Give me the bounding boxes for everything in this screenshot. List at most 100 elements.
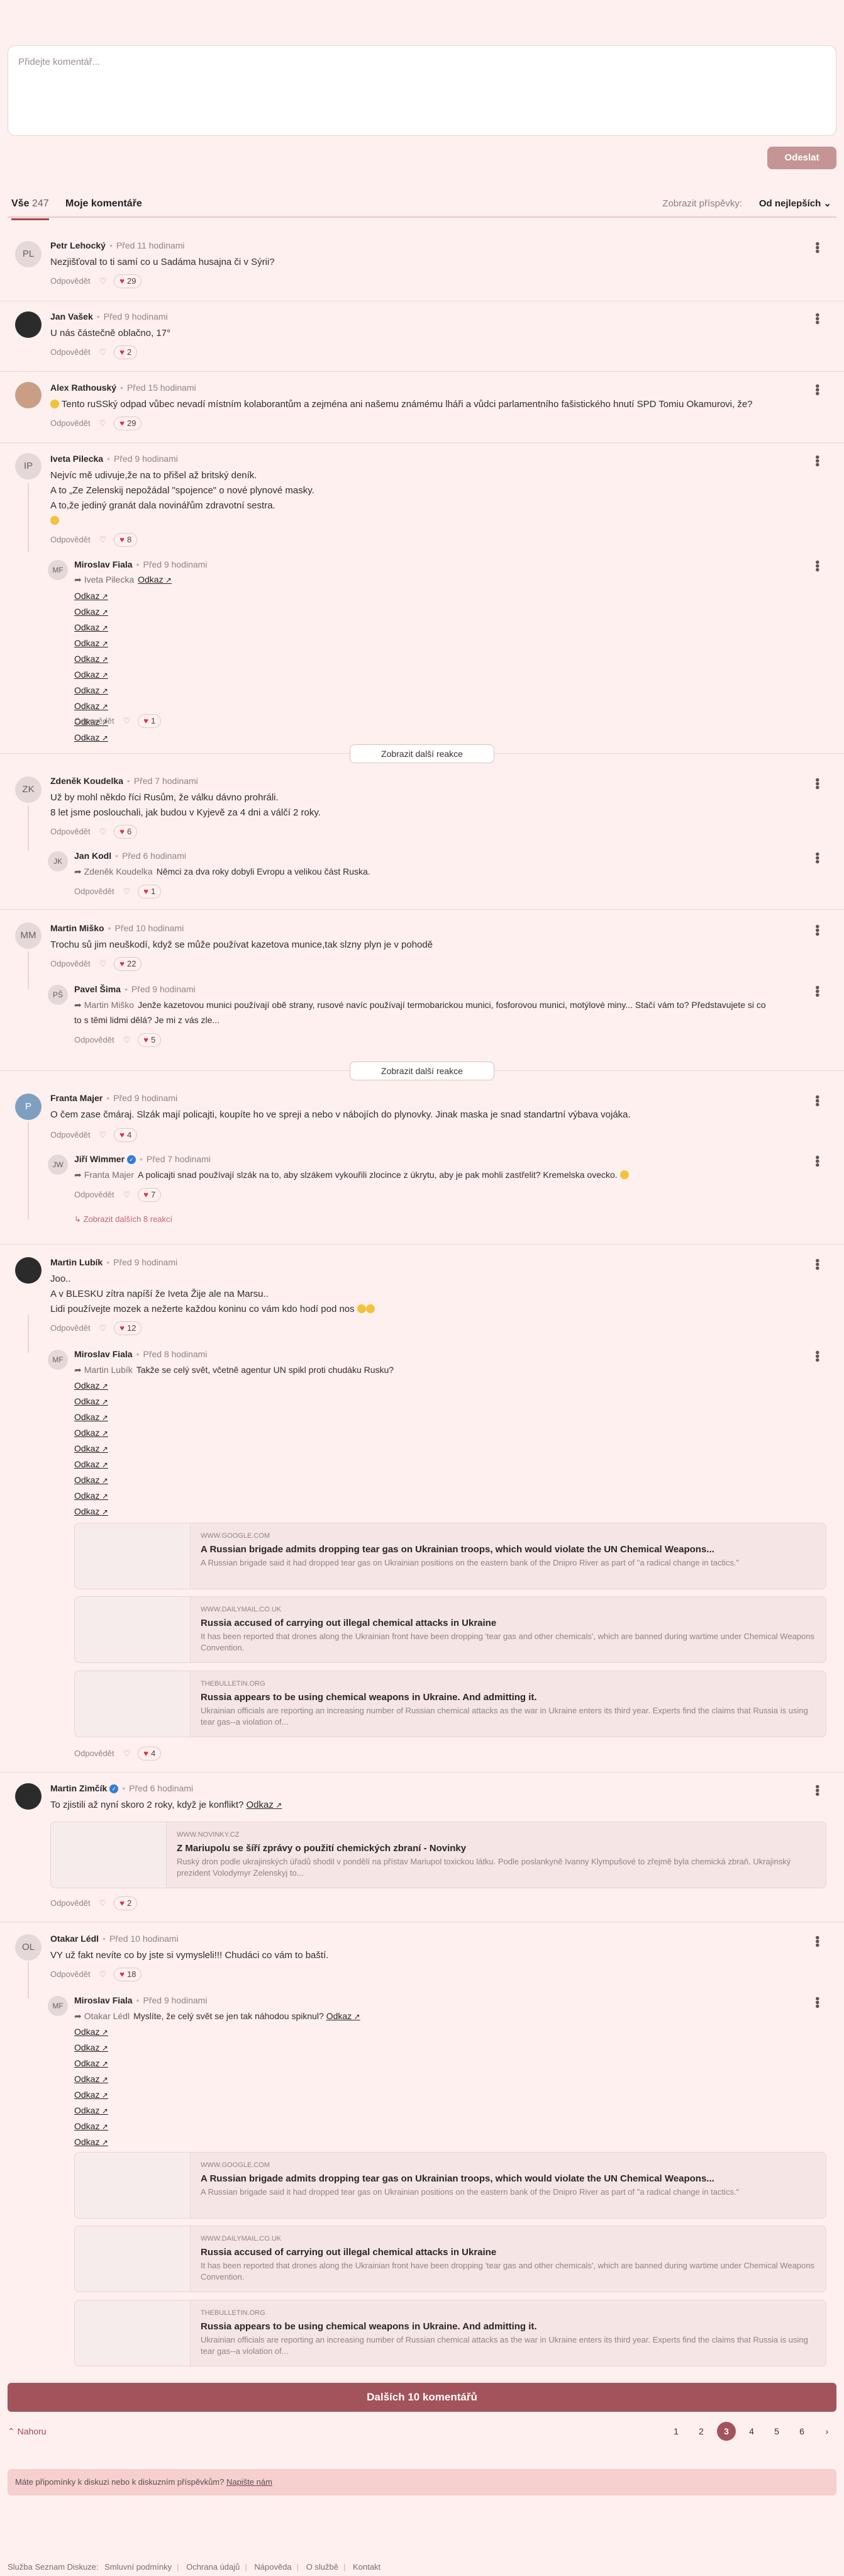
link[interactable]: Odkaz: [74, 2071, 108, 2087]
author-name[interactable]: Otakar Lédl: [50, 1934, 99, 1944]
link-preview-card[interactable]: WWW.DAILYMAIL.CO.UK Russia accused of car…: [74, 2226, 826, 2292]
avatar[interactable]: [15, 1783, 42, 1810]
link[interactable]: Odkaz: [74, 683, 108, 698]
reply-button[interactable]: Odpovědět: [50, 346, 91, 359]
quoted-author[interactable]: Otakar Lédl: [84, 2011, 130, 2021]
footer-link[interactable]: Kontakt: [353, 2562, 380, 2572]
link[interactable]: Odkaz: [74, 1472, 108, 1488]
link-preview-card[interactable]: THEBULLETIN.ORG Russia appears to be usin…: [74, 1671, 826, 1737]
back-to-top-link[interactable]: ⌃ Nahoru: [8, 2425, 47, 2439]
link[interactable]: Odkaz: [74, 730, 108, 746]
like-icon[interactable]: ♡: [99, 958, 107, 970]
more-options-icon[interactable]: •••: [810, 455, 824, 466]
avatar[interactable]: [15, 382, 42, 408]
more-options-icon[interactable]: •••: [810, 1155, 824, 1167]
link[interactable]: Odkaz: [74, 2103, 108, 2119]
more-options-icon[interactable]: •••: [810, 1996, 824, 2008]
author-name[interactable]: Miroslav Fiala: [74, 559, 133, 569]
reply-button[interactable]: Odpovědět: [74, 1189, 114, 1201]
author-name[interactable]: Miroslav Fiala: [74, 1349, 133, 1359]
reactions-count[interactable]: ♥ 4: [138, 1747, 162, 1761]
quoted-author[interactable]: Franta Majer: [84, 1170, 134, 1180]
author-name[interactable]: Petr Lehocký: [50, 240, 106, 250]
reactions-count[interactable]: ♥ 29: [114, 274, 142, 288]
author-name[interactable]: Martin Lubík: [50, 1257, 103, 1267]
link-preview-card[interactable]: WWW.GOOGLE.COM A Russian brigade admits d…: [74, 1523, 826, 1589]
like-icon[interactable]: ♡: [99, 826, 107, 838]
like-icon[interactable]: ♡: [99, 534, 107, 546]
page-link[interactable]: 2: [692, 2422, 711, 2441]
avatar[interactable]: MM: [15, 922, 42, 949]
link-preview-card[interactable]: WWW.NOVINKY.CZ Z Mariupolu se šíří zprávy…: [50, 1822, 826, 1888]
link[interactable]: Odkaz: [74, 2040, 108, 2056]
reply-button[interactable]: Odpovědět: [74, 1747, 114, 1760]
reply-button[interactable]: Odpovědět: [50, 1322, 91, 1335]
reactions-count[interactable]: ♥ 1: [138, 885, 162, 899]
more-options-icon[interactable]: •••: [810, 852, 824, 863]
like-icon[interactable]: ♡: [123, 1034, 131, 1046]
avatar[interactable]: PŠ: [48, 985, 68, 1005]
like-icon[interactable]: ♡: [123, 715, 131, 727]
more-options-icon[interactable]: •••: [810, 313, 824, 324]
link[interactable]: Odkaz: [74, 1378, 108, 1394]
link[interactable]: Odkaz: [74, 1425, 108, 1441]
more-options-icon[interactable]: •••: [810, 985, 824, 997]
reactions-count[interactable]: ♥ 1: [138, 714, 162, 728]
quoted-author[interactable]: Martin Lubík: [84, 1365, 133, 1375]
link[interactable]: Odkaz: [74, 620, 108, 636]
link[interactable]: Odkaz: [247, 1800, 282, 1810]
more-options-icon[interactable]: •••: [810, 1784, 824, 1796]
avatar[interactable]: MF: [48, 560, 68, 580]
more-options-icon[interactable]: •••: [810, 1258, 824, 1270]
quoted-author[interactable]: Iveta Pilecka: [84, 574, 134, 585]
reactions-count[interactable]: ♥ 2: [114, 1896, 138, 1910]
more-options-icon[interactable]: •••: [810, 1095, 824, 1106]
link[interactable]: Odkaz: [74, 2119, 108, 2134]
link[interactable]: Odkaz: [74, 2087, 108, 2103]
reply-button[interactable]: Odpovědět: [50, 826, 91, 838]
avatar[interactable]: ZK: [15, 776, 42, 803]
link[interactable]: Odkaz: [74, 1457, 108, 1472]
reactions-count[interactable]: ♥ 29: [114, 417, 142, 430]
author-name[interactable]: Franta Majer: [50, 1093, 103, 1103]
show-more-reactions-button[interactable]: Zobrazit další reakce: [350, 1061, 494, 1080]
reply-button[interactable]: Odpovědět: [74, 885, 114, 898]
link[interactable]: Odkaz: [74, 1394, 108, 1409]
avatar[interactable]: IP: [15, 453, 42, 479]
author-name[interactable]: Miroslav Fiala: [74, 1995, 133, 2005]
page-link[interactable]: 5: [767, 2422, 786, 2441]
author-name[interactable]: Alex Rathouský: [50, 383, 116, 393]
author-name[interactable]: Martin Zimčík: [50, 1783, 107, 1793]
link[interactable]: Odkaz: [74, 2056, 108, 2071]
quoted-author[interactable]: Martin Miško: [84, 1000, 134, 1010]
tab-all[interactable]: Vše 247: [11, 196, 49, 220]
comment-input[interactable]: Přidejte komentář...: [8, 45, 836, 136]
link[interactable]: Odkaz: [74, 604, 108, 620]
like-icon[interactable]: ♡: [99, 346, 107, 359]
more-options-icon[interactable]: •••: [810, 1935, 824, 1947]
author-name[interactable]: Jan Vašek: [50, 311, 93, 322]
footer-link[interactable]: O službě: [306, 2562, 338, 2572]
link[interactable]: Odkaz: [74, 1504, 108, 1520]
reactions-count[interactable]: ♥ 22: [114, 957, 142, 971]
reply-button[interactable]: Odpovědět: [50, 534, 91, 546]
footer-link[interactable]: Smluvní podmínky: [104, 2562, 172, 2572]
avatar[interactable]: [15, 1257, 42, 1284]
avatar[interactable]: OL: [15, 1934, 42, 1961]
author-name[interactable]: Iveta Pilecka: [50, 454, 103, 464]
reactions-count[interactable]: ♥ 2: [114, 345, 138, 359]
link[interactable]: Odkaz: [74, 698, 108, 714]
reply-button[interactable]: Odpovědět: [50, 417, 91, 430]
link[interactable]: Odkaz: [74, 2024, 108, 2040]
more-options-icon[interactable]: •••: [810, 242, 824, 253]
reply-button[interactable]: Odpovědět: [74, 1034, 114, 1046]
reply-button[interactable]: Odpovědět: [50, 958, 91, 970]
quoted-author[interactable]: Zdeněk Koudelka: [84, 866, 153, 876]
reactions-count[interactable]: ♥ 7: [138, 1188, 162, 1202]
link[interactable]: Odkaz: [138, 574, 172, 585]
link[interactable]: Odkaz: [74, 2134, 108, 2150]
tab-mine[interactable]: Moje komentáře: [65, 196, 142, 212]
more-options-icon[interactable]: •••: [810, 778, 824, 789]
like-icon[interactable]: ♡: [123, 1189, 131, 1201]
like-icon[interactable]: ♡: [99, 1968, 107, 1981]
